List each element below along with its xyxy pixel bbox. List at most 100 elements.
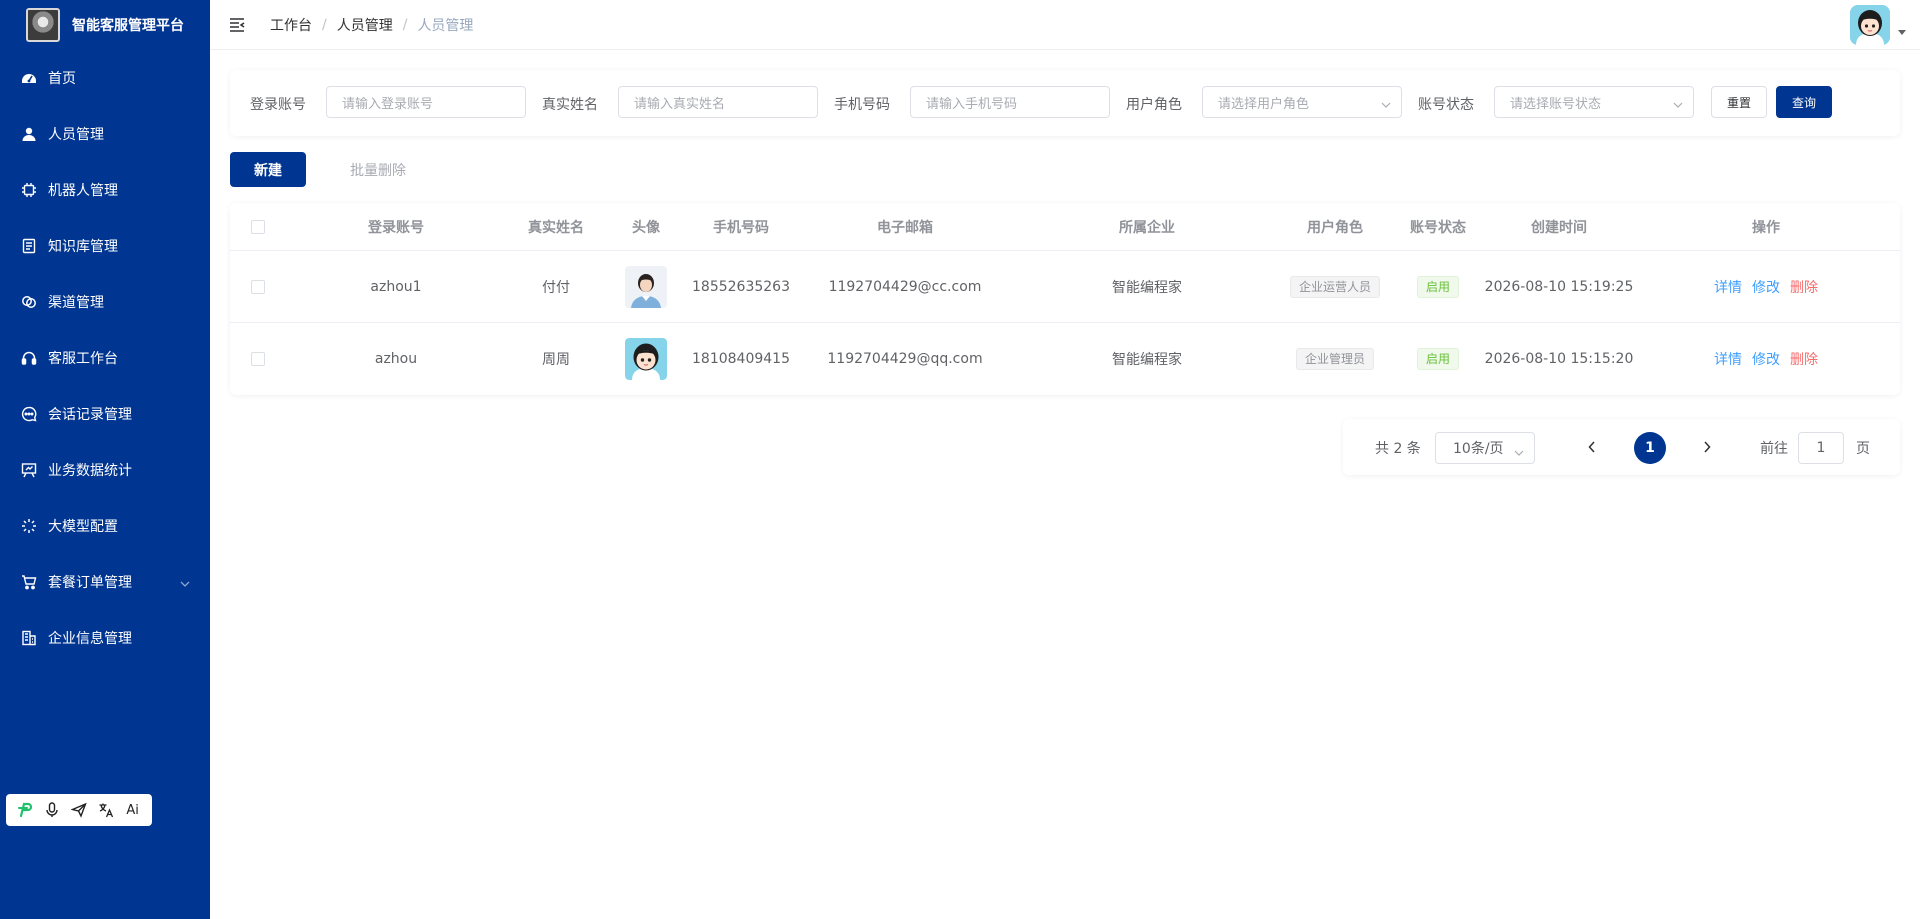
name-input[interactable]: 请输入真实姓名 [618,86,818,118]
delete-link[interactable]: 删除 [1790,349,1818,369]
sidebar-item-robots[interactable]: 机器人管理 [0,162,210,218]
phone-input[interactable]: 请输入手机号码 [910,86,1110,118]
chip-icon [20,181,38,199]
sidebar-item-orders[interactable]: 套餐订单管理 [0,554,210,610]
name-label: 真实姓名 [542,97,598,113]
building-icon [20,629,38,647]
translate-icon[interactable] [96,800,116,820]
col-header: 所属企业 [1119,219,1175,236]
sidebar-menu: 首页 人员管理 机器人管理 知识库管理 渠道管理 客服工作台 会话记录管理 业务… [0,50,210,666]
col-header: 操作 [1752,219,1780,236]
chevron-left-icon [1588,441,1595,453]
brand: 智能客服管理平台 [0,0,210,50]
headset-icon [20,349,38,367]
query-button[interactable]: 查询 [1776,86,1832,118]
col-header: 头像 [632,219,660,236]
goto-page-input[interactable]: 1 [1798,432,1844,464]
next-page-button[interactable] [1695,433,1719,461]
prev-page-button[interactable] [1580,433,1604,461]
page-number-button[interactable]: 1 [1634,432,1666,464]
role-tag: 企业管理员 [1295,348,1374,370]
sparkle-icon [20,517,38,535]
sidebar-item-label: 企业信息管理 [48,631,132,647]
cell-created: 2026-08-10 15:15:20 [1484,351,1634,367]
breadcrumb-item-current: 人员管理 [417,17,474,34]
sidebar-item-label: 套餐订单管理 [48,575,132,591]
row-checkbox[interactable] [251,352,265,366]
link-icon [20,293,38,311]
col-header: 账号状态 [1410,219,1466,236]
status-badge: 启用 [1416,275,1459,298]
new-button[interactable]: 新建 [230,152,306,187]
delete-link[interactable]: 删除 [1790,277,1818,297]
cell-email: 1192704429@qq.com [827,351,983,367]
user-avatar[interactable] [1850,5,1890,45]
user-table: 登录账号 真实姓名 头像 手机号码 电子邮箱 所属企业 用户角色 账号状态 创建… [230,203,1900,395]
col-header: 电子邮箱 [877,219,933,236]
breadcrumb-item-users[interactable]: 人员管理 [337,15,393,35]
reset-button[interactable]: 重置 [1711,86,1767,118]
presentation-icon [20,461,38,479]
cell-phone: 18552635263 [692,278,790,295]
brand-p-icon[interactable] [15,800,35,820]
cell-ops: 详情 修改 删除 [1632,251,1900,322]
microphone-icon[interactable] [42,800,62,820]
chevron-down-icon [1673,97,1683,112]
menu-fold-icon[interactable] [228,16,246,34]
cell-email: 1192704429@cc.com [828,278,982,295]
sidebar-item-home[interactable]: 首页 [0,50,210,106]
detail-link[interactable]: 详情 [1714,277,1742,297]
role-select[interactable]: 请选择用户角色 [1202,86,1402,118]
sidebar-item-knowledge[interactable]: 知识库管理 [0,218,210,274]
sidebar-item-users[interactable]: 人员管理 [0,106,210,162]
sidebar-item-channels[interactable]: 渠道管理 [0,274,210,330]
page-unit-label: 页 [1856,441,1870,457]
sidebar-item-statistics[interactable]: 业务数据统计 [0,442,210,498]
pagination: 共 2 条 10条/页 1 前往 1 页 [1343,419,1900,475]
account-label: 登录账号 [250,97,306,113]
breadcrumb-item-workbench[interactable]: 工作台 [270,15,312,35]
cell-name: 周周 [542,352,570,368]
sidebar-item-sessions[interactable]: 会话记录管理 [0,386,210,442]
phone-label: 手机号码 [834,97,890,113]
sidebar-item-llm-config[interactable]: 大模型配置 [0,498,210,554]
caret-down-icon[interactable] [1898,30,1906,35]
goto-label: 前往 [1760,441,1788,457]
row-checkbox[interactable] [251,279,265,294]
sidebar-item-workbench[interactable]: 客服工作台 [0,330,210,386]
row-avatar[interactable] [625,265,667,308]
cell-ops: 详情 修改 删除 [1632,323,1900,395]
app-title: 智能客服管理平台 [72,18,184,34]
table-header: 登录账号 真实姓名 头像 手机号码 电子邮箱 所属企业 用户角色 账号状态 创建… [230,203,1900,251]
page-size-select[interactable]: 10条/页 [1435,432,1535,464]
edit-link[interactable]: 修改 [1752,349,1780,369]
ai-text-icon[interactable]: Ai [123,800,143,820]
sidebar-item-label: 机器人管理 [48,183,118,199]
select-all-checkbox[interactable] [251,219,265,234]
cell-account: azhou [374,351,418,367]
table-row: azhou 周周 18108409415 1192704429@qq.com 智… [230,323,1900,395]
sidebar-item-label: 业务数据统计 [48,463,132,479]
sidebar-item-company[interactable]: 企业信息管理 [0,610,210,666]
chevron-down-icon [1381,97,1391,112]
cell-name: 付付 [542,279,570,296]
cell-company: 智能编程家 [1112,352,1182,368]
batch-delete-button[interactable]: 批量删除 [330,152,426,187]
breadcrumb: 工作台 / 人员管理 / 人员管理 [270,15,474,35]
edit-link[interactable]: 修改 [1752,277,1780,297]
sidebar-item-label: 客服工作台 [48,351,118,367]
sidebar-item-label: 会话记录管理 [48,407,132,423]
chevron-right-icon [1704,441,1711,453]
document-icon [20,237,38,255]
send-icon[interactable] [69,800,89,820]
account-input[interactable]: 请输入登录账号 [326,86,526,118]
col-header: 用户角色 [1307,219,1363,236]
detail-link[interactable]: 详情 [1714,349,1742,369]
row-avatar[interactable] [625,338,667,380]
status-select[interactable]: 请选择账号状态 [1494,86,1694,118]
cell-company: 智能编程家 [1112,279,1182,296]
role-label: 用户角色 [1126,97,1182,113]
col-header: 创建时间 [1531,219,1587,236]
dashboard-icon [20,69,38,87]
page-size-value: 10条/页 [1453,441,1504,457]
